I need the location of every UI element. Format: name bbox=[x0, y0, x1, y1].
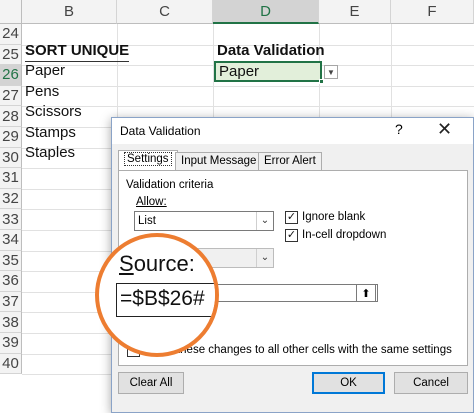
cancel-button[interactable]: Cancel bbox=[394, 372, 468, 394]
source-label-text: ource: bbox=[133, 251, 195, 276]
close-icon[interactable]: ✕ bbox=[437, 119, 452, 140]
row-header-33[interactable]: 33 bbox=[0, 209, 22, 230]
allow-value: List bbox=[138, 215, 156, 227]
row-header-36[interactable]: 36 bbox=[0, 271, 22, 292]
list-item[interactable]: Scissors bbox=[25, 102, 82, 122]
cell-dropdown-arrow[interactable]: ▼ bbox=[324, 65, 338, 79]
row-header-24[interactable]: 24 bbox=[0, 24, 22, 45]
row-header-29[interactable]: 29 bbox=[0, 127, 22, 148]
ignore-blank-checkbox[interactable]: ✓ bbox=[285, 211, 298, 224]
criteria-heading: Validation criteria bbox=[126, 179, 214, 191]
list-item[interactable]: Staples bbox=[25, 143, 75, 163]
gridline bbox=[22, 106, 474, 108]
row-header-40[interactable]: 40 bbox=[0, 353, 22, 375]
in-cell-dropdown-label: In-cell dropdown bbox=[302, 229, 387, 241]
data-validation-header[interactable]: Data Validation bbox=[217, 41, 325, 61]
chevron-down-icon[interactable]: ⌄ bbox=[256, 212, 273, 230]
ok-label: OK bbox=[340, 377, 357, 389]
column-header-c[interactable]: C bbox=[117, 0, 213, 24]
source-label: Source: bbox=[119, 251, 195, 276]
list-item[interactable]: Pens bbox=[25, 82, 59, 102]
tab-error-alert[interactable]: Error Alert bbox=[258, 152, 322, 171]
column-header-b[interactable]: B bbox=[22, 0, 117, 24]
magnified-source-callout: Source: =$B$26# bbox=[95, 233, 219, 357]
help-icon[interactable]: ? bbox=[395, 121, 403, 137]
list-item[interactable]: Stamps bbox=[25, 123, 76, 143]
in-cell-dropdown-checkbox[interactable]: ✓ bbox=[285, 229, 298, 242]
row-header-26[interactable]: 26 bbox=[0, 65, 22, 86]
cancel-label: Cancel bbox=[413, 377, 449, 389]
fill-handle[interactable] bbox=[319, 79, 324, 84]
clear-all-label: Clear All bbox=[129, 377, 173, 389]
row-header-37[interactable]: 37 bbox=[0, 291, 22, 313]
active-cell-d26[interactable]: Paper bbox=[214, 61, 322, 82]
gridline bbox=[22, 85, 474, 87]
allow-label: Allow: bbox=[136, 196, 167, 208]
ok-button[interactable]: OK bbox=[312, 372, 385, 394]
tab-input-message-label: Input Message bbox=[181, 155, 257, 167]
dialog-title: Data Validation bbox=[120, 124, 201, 138]
row-header-38[interactable]: 38 bbox=[0, 312, 22, 333]
row-header-35[interactable]: 35 bbox=[0, 250, 22, 272]
allow-dropdown[interactable]: List ⌄ bbox=[134, 211, 274, 231]
tab-settings[interactable]: Settings bbox=[118, 150, 178, 171]
chevron-down-icon[interactable]: ⌄ bbox=[256, 249, 273, 267]
row-header-32[interactable]: 32 bbox=[0, 188, 22, 210]
tab-error-alert-label: Error Alert bbox=[264, 155, 316, 167]
source-input[interactable] bbox=[206, 284, 378, 302]
select-all-corner[interactable] bbox=[0, 0, 22, 24]
row-header-39[interactable]: 39 bbox=[0, 333, 22, 354]
dialog-titlebar[interactable]: Data Validation ? ✕ bbox=[112, 118, 473, 144]
row-header-34[interactable]: 34 bbox=[0, 230, 22, 251]
row-header-31[interactable]: 31 bbox=[0, 168, 22, 189]
clear-all-button[interactable]: Clear All bbox=[118, 372, 184, 394]
tab-input-message[interactable]: Input Message bbox=[175, 152, 263, 171]
tab-settings-label: Settings bbox=[124, 152, 172, 166]
row-header-27[interactable]: 27 bbox=[0, 85, 22, 107]
collapse-dialog-icon[interactable]: ⬆ bbox=[356, 284, 376, 302]
row-header-30[interactable]: 30 bbox=[0, 147, 22, 169]
row-header-25[interactable]: 25 bbox=[0, 44, 22, 66]
column-header-e[interactable]: E bbox=[319, 0, 391, 24]
ignore-blank-label: Ignore blank bbox=[302, 211, 366, 223]
row-header-28[interactable]: 28 bbox=[0, 106, 22, 127]
sort-unique-header[interactable]: SORT UNIQUE bbox=[25, 41, 130, 62]
source-formula-input[interactable]: =$B$26# bbox=[116, 283, 215, 317]
list-item[interactable]: Paper bbox=[25, 61, 65, 81]
column-header-f[interactable]: F bbox=[391, 0, 474, 24]
column-header-d[interactable]: D bbox=[213, 0, 319, 24]
